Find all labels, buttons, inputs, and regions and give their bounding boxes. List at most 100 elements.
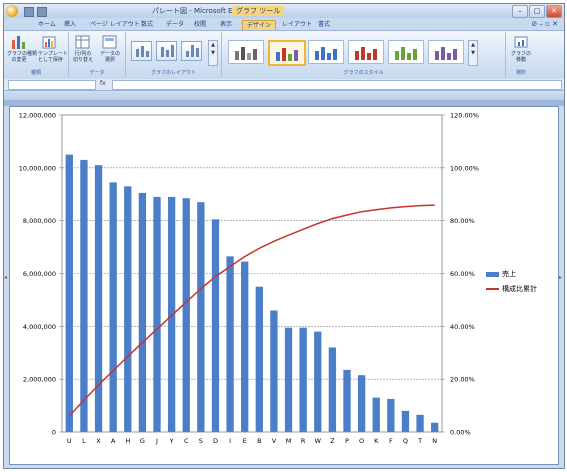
formula-bar: fx (4, 79, 564, 91)
tab-data[interactable]: データ (162, 20, 188, 30)
left-tick-label: 4,000,000 (23, 323, 56, 331)
bar[interactable] (167, 196, 176, 432)
bar[interactable] (372, 397, 380, 432)
x-tick-label: Y (169, 437, 174, 445)
bar[interactable] (255, 286, 263, 432)
x-tick-label: Z (330, 437, 335, 445)
chart-area[interactable]: 0 2,000,000 4,000,000 6,000,000 8,000,000 10,… (9, 106, 559, 465)
style-option-multicolor[interactable] (268, 40, 306, 66)
move-chart-icon (514, 36, 528, 48)
tab-view[interactable]: 表示 (216, 20, 236, 30)
legend-item-cumulative[interactable]: 構成比累計 (486, 284, 537, 294)
undo-icon[interactable] (37, 7, 47, 17)
group-type: グラフの種類 の変更 テンプレート として保存 種類 (4, 32, 69, 77)
select-data-button[interactable]: データの 選択 (98, 34, 122, 63)
chart-right-handle[interactable]: ▸ (559, 274, 563, 282)
minimize-icon[interactable]: – (512, 5, 528, 18)
style-scroll[interactable]: ▲ ▼ (468, 40, 478, 66)
bar[interactable] (416, 414, 424, 432)
bar-series[interactable] (65, 154, 439, 433)
layout-scroll[interactable]: ▲ ▼ (208, 40, 218, 66)
bar[interactable] (226, 256, 234, 432)
bar[interactable] (94, 165, 103, 433)
style-option-blue[interactable] (308, 40, 344, 64)
bar[interactable] (299, 327, 307, 432)
bar[interactable] (284, 327, 293, 432)
style-option-green[interactable] (388, 40, 424, 64)
left-tick-label: 10,000,000 (19, 164, 56, 172)
bar[interactable] (328, 347, 337, 432)
bar[interactable] (182, 198, 190, 432)
style-option-purple[interactable] (428, 40, 464, 64)
x-tick-label: X (96, 437, 101, 445)
x-tick-label: B (257, 437, 261, 445)
group-chart-styles: ▲ ▼ グラフのスタイル (222, 32, 506, 77)
bar[interactable] (431, 422, 439, 432)
x-tick-label: N (432, 437, 437, 445)
bar[interactable] (80, 159, 88, 432)
left-tick-label: 0 (52, 429, 56, 437)
bar[interactable] (343, 369, 351, 432)
ribbon: グラフの種類 の変更 テンプレート として保存 種類 行/列の 切り替え データ… (4, 30, 564, 80)
x-tick-label: J (155, 437, 158, 445)
fx-label[interactable]: fx (100, 80, 106, 87)
tab-page-layout[interactable]: ページ レイアウト (86, 20, 144, 30)
x-tick-label: D (213, 437, 218, 445)
office-button-icon[interactable] (6, 5, 18, 17)
move-chart-button[interactable]: グラフの 移動 (509, 34, 533, 63)
close-icon[interactable]: ✕ (546, 5, 562, 18)
bar[interactable] (65, 154, 73, 432)
bar[interactable] (197, 202, 205, 432)
bar[interactable] (211, 219, 220, 432)
help-icon[interactable]: ⊘ – ▫ ✕ (531, 20, 558, 28)
style-option-gray[interactable] (228, 40, 264, 64)
x-tick-label: R (301, 437, 306, 445)
layout-option-3[interactable] (181, 41, 202, 61)
left-axis-ticks: 0 2,000,000 4,000,000 6,000,000 8,000,000 10,… (19, 112, 62, 437)
x-tick-label: P (345, 437, 349, 445)
right-tick-label: 100.00% (450, 164, 479, 172)
template-icon (42, 36, 56, 49)
tab-review[interactable]: 校閲 (190, 20, 210, 30)
style-option-red[interactable] (348, 40, 384, 64)
window-controls: – □ ✕ (512, 5, 562, 18)
save-icon[interactable] (24, 7, 34, 17)
bar[interactable] (314, 331, 322, 432)
bar[interactable] (109, 182, 117, 432)
legend-swatch-line (486, 288, 499, 290)
bar[interactable] (270, 310, 278, 432)
left-tick-label: 8,000,000 (23, 217, 56, 225)
bar[interactable] (357, 375, 366, 432)
x-tick-label: T (417, 437, 422, 445)
chart-left-handle[interactable]: ◂ (4, 274, 8, 282)
left-tick-label: 12,000,000 (19, 112, 56, 120)
bar[interactable] (153, 196, 161, 432)
maximize-icon[interactable]: □ (529, 5, 545, 18)
line-series-cumulative[interactable] (68, 204, 435, 417)
tab-format[interactable]: 書式 (314, 20, 334, 30)
tab-insert[interactable]: 挿入 (60, 20, 80, 30)
bar[interactable] (138, 192, 147, 432)
group-chart-layouts: ▲ ▼ グラフのレイアウト (126, 32, 222, 77)
x-tick-label: L (82, 437, 86, 445)
name-box[interactable] (8, 80, 96, 90)
switch-row-column-button[interactable]: 行/列の 切り替え (71, 34, 95, 63)
layout-option-2[interactable] (156, 41, 177, 61)
excel-window: パレート図 - Microsoft Excel グラフ ツール – □ ✕ ホー… (3, 3, 565, 469)
right-axis-ticks: 0.00% 20.00% 40.00% 60.00% 80.00% 100.00% 120.… (442, 112, 479, 437)
pareto-chart[interactable]: 0 2,000,000 4,000,000 6,000,000 8,000,000 10,… (10, 107, 558, 464)
save-as-template-button[interactable]: テンプレート として保存 (38, 34, 68, 63)
tab-formulas[interactable]: 数式 (137, 20, 157, 30)
bar[interactable] (124, 186, 132, 432)
bar[interactable] (401, 410, 410, 432)
x-tick-label: Q (403, 437, 408, 445)
formula-input[interactable] (112, 80, 562, 90)
change-chart-type-button[interactable]: グラフの種類 の変更 (7, 34, 37, 63)
legend-item-sales[interactable]: 売上 (486, 269, 537, 279)
tab-home[interactable]: ホーム (34, 20, 60, 30)
layout-option-1[interactable] (131, 41, 152, 61)
legend[interactable]: 売上 構成比累計 (486, 269, 537, 299)
tab-layout[interactable]: レイアウト (278, 20, 316, 30)
bar[interactable] (387, 398, 395, 432)
bar[interactable] (241, 261, 249, 432)
